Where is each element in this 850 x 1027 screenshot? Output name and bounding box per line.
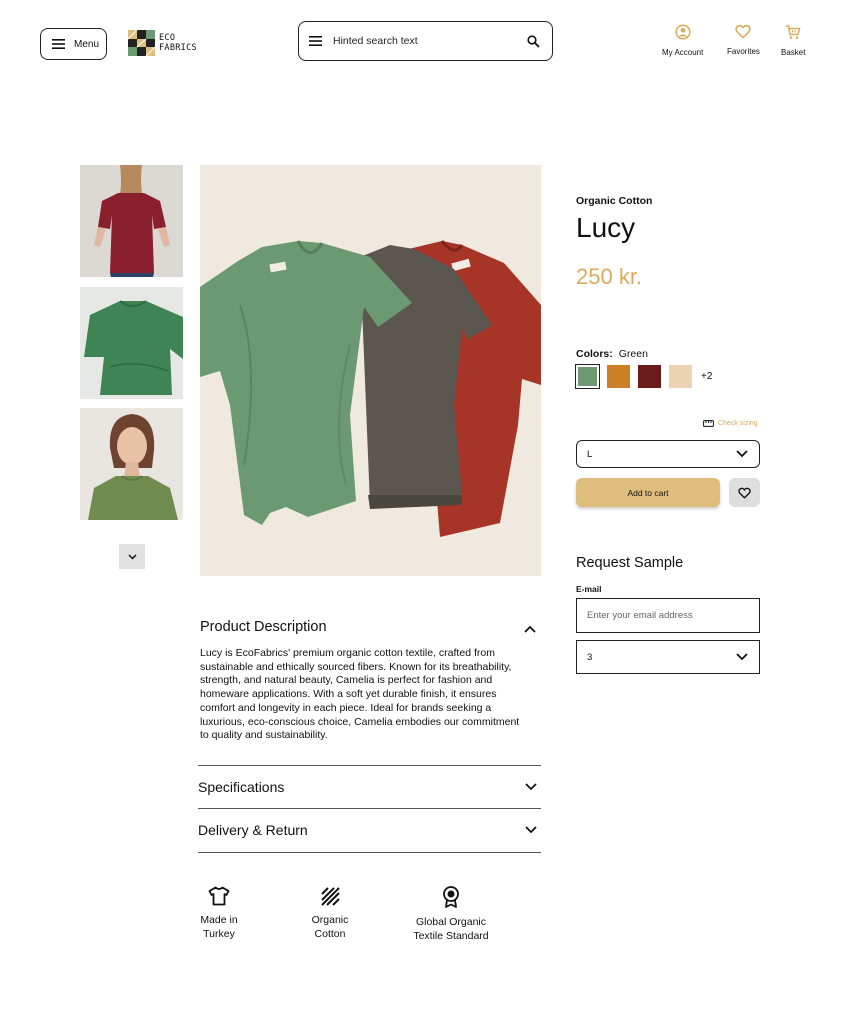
email-label: E-mail [576, 584, 602, 594]
selected-color: Green [618, 348, 648, 360]
chevron-down-icon [127, 553, 137, 560]
logo[interactable]: ECO FABRICS [128, 30, 197, 56]
thumbnail-model-view[interactable] [80, 408, 183, 520]
chevron-down-icon [736, 450, 748, 458]
hamburger-icon[interactable] [309, 36, 322, 46]
check-sizing-label: Check sizing [718, 420, 758, 427]
specifications-title: Specifications [198, 779, 285, 795]
description-collapse-button[interactable] [524, 620, 536, 638]
logo-text: ECO FABRICS [159, 33, 197, 53]
menu-button[interactable]: Menu [40, 28, 107, 60]
award-badge-icon [443, 886, 459, 908]
delivery-return-accordion[interactable]: Delivery & Return [198, 808, 541, 851]
more-colors[interactable]: +2 [701, 371, 712, 382]
check-sizing-link[interactable]: Check sizing [703, 420, 758, 427]
hamburger-icon [52, 39, 65, 49]
feature-made-in-label: Made in Turkey [200, 914, 238, 940]
search-input[interactable]: Hinted search text [333, 35, 527, 47]
favorites-label: Favorites [727, 47, 760, 56]
feature-organic-label: Organic Cotton [311, 914, 349, 940]
cart-icon [786, 25, 801, 39]
swatch-green[interactable] [575, 364, 600, 389]
feature-organic: Organic Cotton [309, 886, 351, 941]
swatch-orange[interactable] [607, 365, 630, 388]
email-field[interactable] [576, 598, 760, 633]
heart-icon [735, 24, 752, 39]
product-description-title[interactable]: Product Description [200, 619, 327, 635]
search-icon[interactable] [527, 34, 540, 48]
add-to-favorites-button[interactable] [729, 478, 760, 507]
feature-gots-label: Global Organic Textile Standard [413, 916, 489, 942]
menu-label: Menu [74, 38, 100, 50]
color-swatches: +2 [575, 364, 712, 389]
size-value: L [587, 448, 593, 460]
heart-icon [738, 487, 751, 499]
chevron-down-icon [525, 783, 537, 791]
product-price: 250 kr. [576, 264, 643, 289]
tshirt-icon [208, 886, 230, 906]
swatch-burgundy[interactable] [638, 365, 661, 388]
request-sample-title: Request Sample [576, 555, 684, 571]
delivery-return-title: Delivery & Return [198, 822, 308, 838]
account-icon [675, 24, 691, 40]
size-select[interactable]: L [576, 440, 760, 468]
feature-gots: Global Organic Textile Standard [410, 886, 492, 943]
chevron-down-icon [525, 826, 537, 834]
basket-button[interactable]: Basket [781, 24, 805, 57]
thumbnail-back-view[interactable] [80, 165, 183, 277]
thumbnail-flat-view[interactable] [80, 287, 183, 399]
ruler-icon [703, 420, 714, 427]
my-account-label: My Account [662, 48, 704, 57]
fabric-texture-icon [321, 887, 340, 906]
quantity-select[interactable]: 3 [576, 640, 760, 674]
product-category: Organic Cotton [576, 195, 653, 207]
chevron-up-icon [524, 625, 536, 633]
colors-label: Colors: Green [576, 348, 648, 360]
specifications-accordion[interactable]: Specifications [198, 765, 541, 808]
logo-mark-icon [128, 30, 155, 56]
quantity-value: 3 [587, 651, 593, 663]
product-title: Lucy [576, 212, 636, 243]
favorites-button[interactable]: Favorites [727, 24, 760, 56]
add-to-cart-button[interactable]: Add to cart [576, 478, 720, 507]
feature-made-in: Made in Turkey [198, 886, 240, 941]
product-description-text: Lucy is EcoFabrics' premium organic cott… [200, 647, 520, 742]
swatch-beige[interactable] [669, 365, 692, 388]
search-bar[interactable]: Hinted search text [298, 21, 553, 61]
main-product-image [200, 165, 541, 576]
my-account-button[interactable]: My Account [662, 24, 703, 57]
basket-label: Basket [781, 48, 806, 57]
chevron-down-icon [736, 653, 748, 661]
thumbnail-scroll-down-button[interactable] [119, 544, 145, 569]
divider [198, 852, 541, 853]
